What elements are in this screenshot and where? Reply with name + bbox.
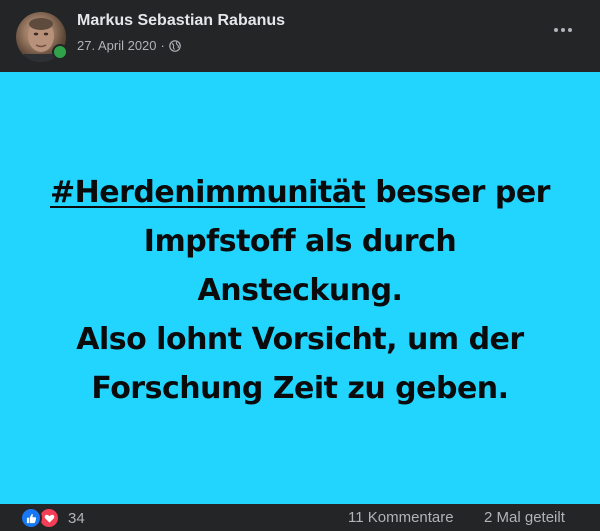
more-dot bbox=[554, 28, 558, 32]
more-options-button[interactable] bbox=[548, 18, 578, 42]
reactions-summary[interactable]: 34 bbox=[20, 507, 85, 529]
more-dot bbox=[568, 28, 572, 32]
post-footer: 34 11 Kommentare 2 Mal geteilt bbox=[0, 504, 600, 531]
shares-count-link[interactable]: 2 Mal geteilt bbox=[484, 509, 565, 526]
like-icon bbox=[20, 507, 42, 529]
more-dot bbox=[561, 28, 565, 32]
post-image[interactable]: #Herdenimmunität besser per Impfstoff al… bbox=[0, 72, 600, 504]
post-header: Markus Sebastian Rabanus 27. April 2020 … bbox=[0, 0, 600, 72]
text-line-2: Impfstoff als durch bbox=[143, 223, 457, 259]
text-line-1: #Herdenimmunität besser per bbox=[50, 168, 550, 217]
post-image-text: #Herdenimmunität besser per Impfstoff al… bbox=[50, 168, 550, 413]
hashtag: #Herdenimmunität bbox=[50, 174, 366, 210]
comments-count-link[interactable]: 11 Kommentare bbox=[348, 509, 454, 526]
meta-separator: · bbox=[160, 38, 165, 53]
globe-icon[interactable] bbox=[169, 39, 181, 52]
line1-rest: besser per bbox=[365, 174, 550, 210]
post-meta: 27. April 2020 · bbox=[77, 38, 181, 53]
text-line-4: Also lohnt Vorsicht, um der bbox=[76, 321, 524, 357]
text-line-5: Forschung Zeit zu geben. bbox=[91, 370, 509, 406]
post-date[interactable]: 27. April 2020 bbox=[77, 38, 157, 53]
online-status-dot bbox=[52, 44, 68, 60]
text-line-3: Ansteckung. bbox=[197, 272, 403, 308]
author-name[interactable]: Markus Sebastian Rabanus bbox=[77, 12, 285, 30]
reaction-count: 34 bbox=[68, 509, 85, 527]
